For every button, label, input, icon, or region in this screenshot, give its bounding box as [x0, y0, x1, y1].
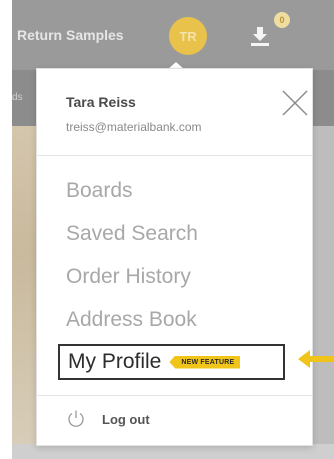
logout-label: Log out [102, 411, 150, 427]
top-navigation-bar: Return Samples TR 0 [12, 0, 334, 70]
account-dropdown: Tara Reiss treiss@materialbank.com Board… [36, 68, 313, 446]
menu-item-order-history[interactable]: Order History [66, 265, 191, 289]
menu-item-saved-search[interactable]: Saved Search [66, 222, 198, 246]
background-content [12, 126, 36, 444]
download-icon[interactable] [248, 24, 272, 48]
download-count-badge: 0 [274, 12, 290, 28]
user-email: treiss@materialbank.com [66, 120, 202, 134]
my-profile-label: My Profile [68, 350, 162, 373]
menu-item-address-book[interactable]: Address Book [66, 308, 197, 332]
user-name: Tara Reiss [66, 94, 136, 110]
divider [37, 155, 312, 156]
logout-button[interactable]: Log out [66, 409, 150, 429]
menu-item-boards[interactable]: Boards [66, 179, 133, 203]
arrow-left-icon [298, 350, 334, 368]
return-samples-link[interactable]: Return Samples [17, 27, 124, 43]
power-icon [68, 410, 84, 427]
secondary-bar-text: ds [12, 92, 23, 103]
divider [37, 395, 312, 396]
menu-item-my-profile[interactable]: My Profile NEW FEATURE [58, 344, 285, 380]
new-feature-badge: NEW FEATURE [169, 355, 241, 369]
user-avatar[interactable]: TR [169, 17, 207, 55]
app-frame: Return Samples TR 0 ds Tara Reiss treiss… [0, 0, 334, 459]
background-bottom-strip [12, 444, 334, 459]
close-icon[interactable] [281, 89, 309, 117]
background-right-strip [313, 126, 334, 444]
